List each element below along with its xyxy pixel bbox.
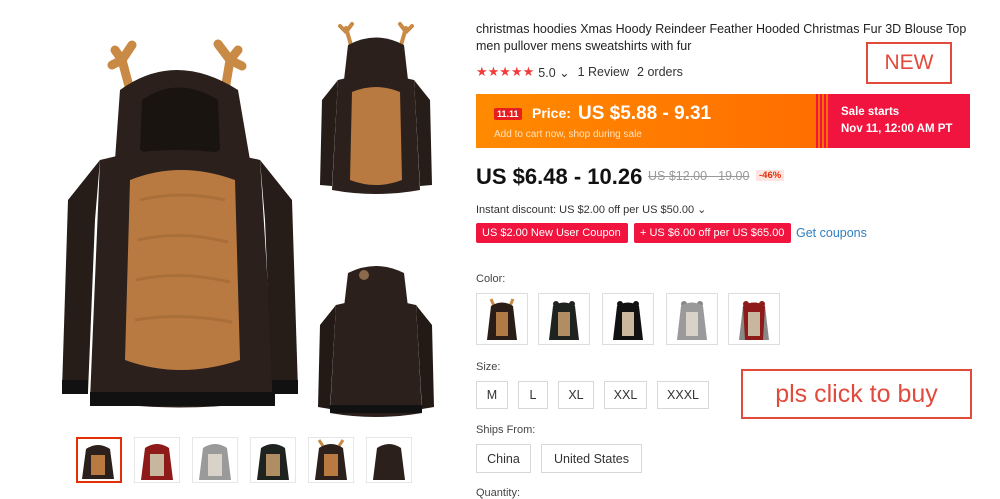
current-price: US $6.48 - 10.26	[476, 164, 643, 189]
reviews-link[interactable]: 1 Review	[578, 65, 629, 79]
quantity-label: Quantity:	[476, 487, 521, 499]
promo-banner: 11.11 Price: US $5.88 - 9.31 Add to cart…	[476, 94, 970, 148]
size-option-l[interactable]: L	[518, 381, 548, 409]
ships-from-label: Ships From:	[476, 424, 536, 436]
thumbnail-2[interactable]	[134, 437, 180, 483]
promo-price-range: US $5.88 - 9.31	[578, 103, 712, 124]
promo-price-label: Price:	[532, 105, 571, 121]
sale-badge: 11.11	[494, 108, 522, 120]
size-label: Size:	[476, 361, 501, 373]
sale-start-section: Sale starts Nov 11, 12:00 AM PT	[816, 94, 970, 148]
discount-badge: -46%	[756, 170, 785, 181]
rating-stars-icon: ★★★★★	[476, 64, 535, 79]
color-option-5[interactable]	[728, 293, 780, 345]
size-option-m[interactable]: M	[476, 381, 508, 409]
color-option-1[interactable]	[476, 293, 528, 345]
main-product-image[interactable]	[60, 20, 350, 420]
rating-score[interactable]: 5.0 ⌄	[538, 65, 569, 80]
coupon-store[interactable]: + US $6.00 off per US $65.00	[634, 223, 791, 243]
get-coupons-link[interactable]: Get coupons	[796, 226, 867, 240]
orders-count: 2 orders	[637, 65, 683, 79]
sale-start-title: Sale starts	[841, 106, 900, 118]
thumbnail-5[interactable]	[308, 437, 354, 483]
buy-callout[interactable]: pls click to buy	[741, 369, 972, 419]
thumbnail-4[interactable]	[250, 437, 296, 483]
size-option-xxl[interactable]: XXL	[604, 381, 647, 409]
color-option-4[interactable]	[666, 293, 718, 345]
size-option-xl[interactable]: XL	[558, 381, 594, 409]
coupon-new-user[interactable]: US $2.00 New User Coupon	[476, 223, 628, 243]
color-label: Color:	[476, 273, 506, 285]
color-option-3[interactable]	[602, 293, 654, 345]
ship-option-china[interactable]: China	[476, 444, 531, 473]
size-option-xxxl[interactable]: XXXL	[657, 381, 709, 409]
side-image-back[interactable]	[316, 245, 436, 425]
color-option-2[interactable]	[538, 293, 590, 345]
rating-row: ★★★★★ 5.0 ⌄ 1 Review 2 orders	[476, 64, 683, 80]
sale-start-date: Nov 11, 12:00 AM PT	[841, 123, 953, 135]
promo-price-section: 11.11 Price: US $5.88 - 9.31 Add to cart…	[476, 94, 830, 148]
original-price: US $12.00 - 19.00	[648, 169, 750, 183]
side-image-front[interactable]	[316, 20, 436, 200]
ship-option-us[interactable]: United States	[541, 444, 642, 473]
thumbnail-1[interactable]	[76, 437, 122, 483]
thumbnail-6[interactable]	[366, 437, 412, 483]
promo-subtitle: Add to cart now, shop during sale	[494, 129, 642, 140]
instant-discount[interactable]: Instant discount: US $2.00 off per US $5…	[476, 203, 706, 216]
thumbnail-3[interactable]	[192, 437, 238, 483]
new-label: NEW	[866, 42, 952, 84]
